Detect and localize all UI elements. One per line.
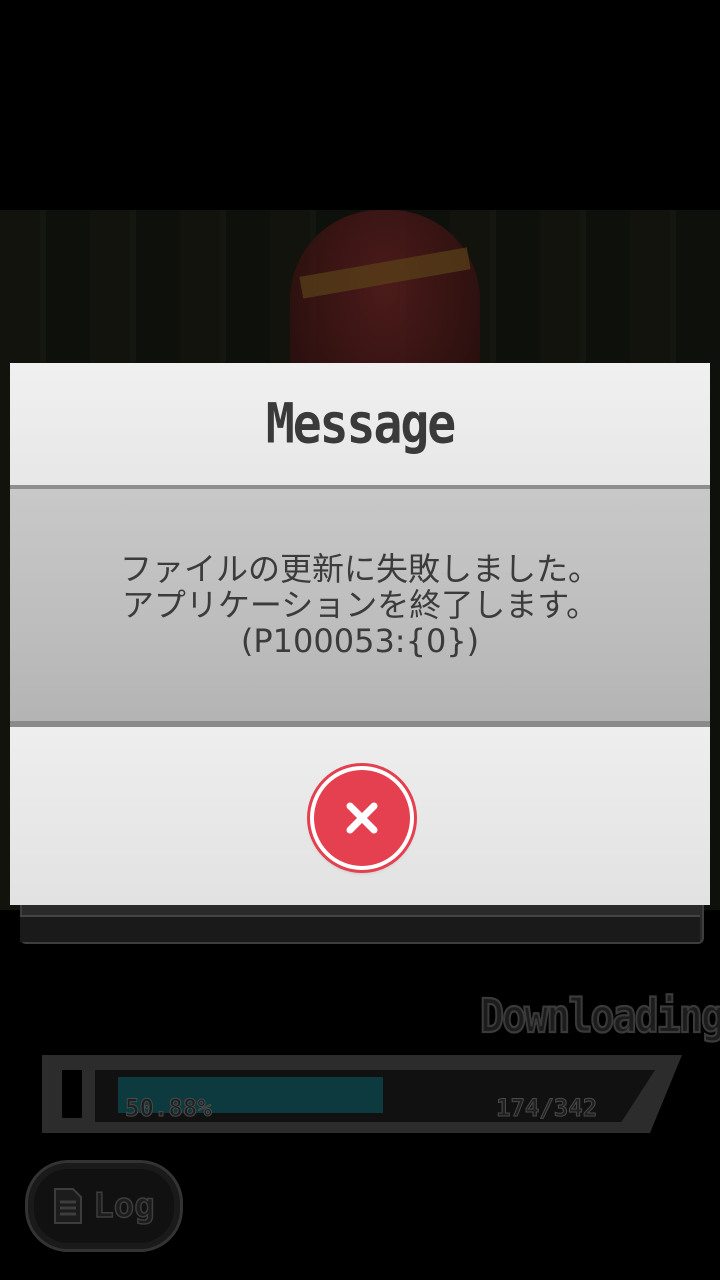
message-error-code: (P100053:{0}) <box>240 622 480 660</box>
close-button[interactable] <box>310 766 414 870</box>
progress-count: 174/342 <box>495 1094 598 1123</box>
dialog-body: ファイルの更新に失敗しました。 アプリケーションを終了します。 (P100053… <box>10 489 710 727</box>
log-button[interactable]: Log <box>25 1160 183 1252</box>
progress-frame-notch <box>62 1070 82 1118</box>
message-line-1: ファイルの更新に失敗しました。 <box>119 550 600 588</box>
document-icon <box>54 1188 83 1224</box>
message-dialog: Message ファイルの更新に失敗しました。 アプリケーションを終了します。 … <box>10 363 710 905</box>
log-label: Log <box>93 1185 156 1227</box>
close-x-icon <box>346 802 378 834</box>
downloading-label: Downloading <box>479 989 720 1044</box>
message-line-2: アプリケーションを終了します。 <box>121 586 599 624</box>
dialog-title: Message <box>265 391 456 457</box>
dialog-header: Message <box>10 363 710 489</box>
story-panel-bar <box>20 915 700 942</box>
progress-percent: 50.88% <box>125 1094 213 1123</box>
